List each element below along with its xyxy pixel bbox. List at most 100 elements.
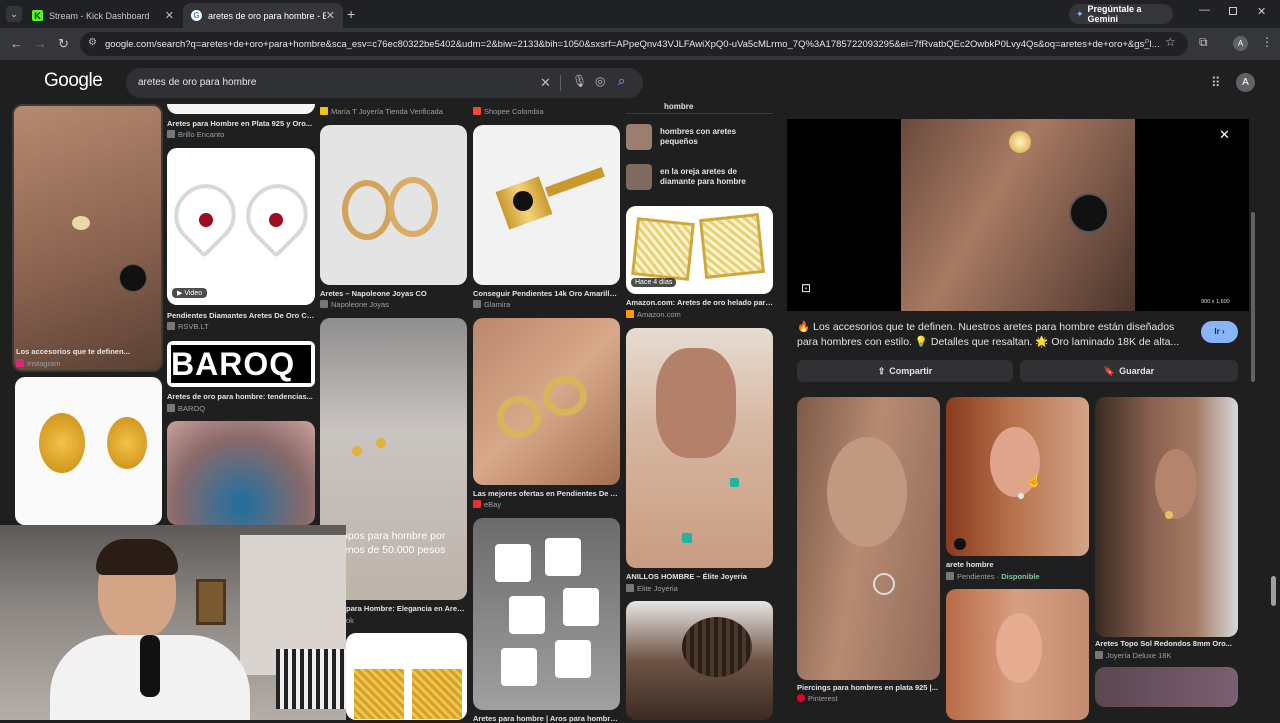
result-card[interactable] <box>473 318 620 485</box>
result-card[interactable] <box>15 377 162 525</box>
kick-icon: K <box>32 10 43 21</box>
result-card[interactable] <box>346 633 467 720</box>
result-card[interactable]: ▶ Video <box>167 148 315 305</box>
webcam-microphone <box>140 635 160 697</box>
bookmark-star-icon[interactable]: ☆ <box>1165 35 1176 49</box>
related-search-chip[interactable]: hombres con aretes pequeños <box>626 124 773 150</box>
result-caption[interactable]: Conseguir Pendientes 14k Oro Amarillo... <box>473 289 620 298</box>
result-source[interactable]: Shopee Colombia <box>473 107 544 116</box>
image-dimensions: 900 x 1,600 <box>1201 299 1230 305</box>
search-box[interactable]: aretes de oro para hombre ✕ 🎙 ◎ ⌕ <box>126 68 643 98</box>
back-icon[interactable]: ← <box>10 36 23 51</box>
lens-icon[interactable]: ◎ <box>595 74 605 88</box>
close-tab-icon[interactable]: ✕ <box>165 9 174 22</box>
restore-icon[interactable] <box>1229 7 1237 15</box>
result-caption[interactable]: Aretes Topo Sol Redondos 8mm Oro... <box>1095 639 1238 648</box>
result-caption[interactable]: Piercings para hombres en plata 925 |... <box>797 683 940 692</box>
result-card[interactable]: Hace 4 días <box>626 206 773 294</box>
result-card[interactable]: BAROQ <box>167 341 315 387</box>
new-tab-icon[interactable]: + <box>347 6 355 22</box>
extensions-icon[interactable]: ⧉ <box>1199 35 1208 50</box>
result-card[interactable] <box>626 601 773 720</box>
browser-menu-icon[interactable]: ⋮ <box>1261 35 1273 49</box>
close-window-icon[interactable]: ✕ <box>1257 5 1266 18</box>
result-card[interactable] <box>167 421 315 525</box>
gemini-button[interactable]: ✦ Pregúntale a Gemini <box>1069 4 1173 24</box>
related-result-card[interactable] <box>1095 397 1238 637</box>
result-source[interactable]: Glamira <box>473 300 510 309</box>
search-input[interactable]: aretes de oro para hombre <box>138 77 256 88</box>
result-source[interactable]: Napoleone Joyas <box>320 300 389 309</box>
microphone-icon[interactable]: 🎙 <box>572 74 587 88</box>
result-caption[interactable]: Pendientes Diamantes Aretes De Oro Co... <box>167 311 315 320</box>
go-button[interactable]: Ir › <box>1201 321 1238 343</box>
pinterest-icon <box>797 694 805 702</box>
related-result-card[interactable]: ☝ <box>946 397 1089 556</box>
result-caption[interactable]: Aretes – Napoleone Joyas CO <box>320 289 467 298</box>
result-card[interactable] <box>167 104 315 114</box>
search-icon[interactable]: ⌕ <box>618 73 625 89</box>
result-source[interactable]: ok <box>346 616 354 625</box>
reload-icon[interactable]: ↻ <box>58 36 69 52</box>
gemini-icon: ✦ <box>1076 8 1084 19</box>
preview-description[interactable]: 🔥 Los accesorios que te definen. Nuestro… <box>797 320 1197 351</box>
result-caption[interactable]: Aretes de oro para hombre: tendencias... <box>167 392 315 401</box>
result-source[interactable]: BAROQ <box>167 404 205 413</box>
preview-image[interactable]: ✕ ⊡ 900 x 1,600 <box>787 119 1249 311</box>
site-icon <box>320 107 328 115</box>
account-avatar[interactable]: A <box>1236 73 1255 92</box>
tab-kick-dashboard[interactable]: K Stream - Kick Dashboard ✕ <box>24 3 182 28</box>
result-caption[interactable]: Aretes para Hombre en Plata 925 y Oro... <box>167 119 315 128</box>
related-result-card[interactable] <box>1095 667 1238 707</box>
result-card[interactable] <box>626 328 773 568</box>
minimize-icon[interactable]: — <box>1199 4 1210 16</box>
related-search-chip[interactable]: hombre <box>626 100 773 114</box>
apps-grid-icon[interactable]: ⠿ <box>1211 75 1221 91</box>
tab-list-icon[interactable]: ⌄ <box>6 6 22 22</box>
clear-search-icon[interactable]: ✕ <box>540 75 551 91</box>
result-card[interactable] <box>473 518 620 710</box>
result-caption[interactable]: Aretes para hombre | Aros para hombre... <box>473 714 620 723</box>
result-source[interactable]: Elite Joyeria <box>626 584 678 593</box>
result-source[interactable]: eBay <box>473 500 501 509</box>
share-icon: ⇪ <box>877 365 886 376</box>
address-bar: ← → ↻ ⚙ google.com/search?q=aretes+de+or… <box>0 28 1280 60</box>
result-source[interactable]: Pendientes · Disponible <box>946 572 1040 581</box>
result-card[interactable] <box>12 104 163 372</box>
result-card[interactable] <box>320 125 467 285</box>
result-source[interactable]: Instagram <box>16 359 60 368</box>
google-logo[interactable]: Google <box>44 70 103 92</box>
close-preview-icon[interactable]: ✕ <box>1219 127 1230 143</box>
panel-scrollbar[interactable] <box>1251 212 1255 382</box>
share-button[interactable]: ⇪ Compartir <box>797 360 1013 382</box>
result-caption[interactable]: arete hombre <box>946 560 1089 569</box>
result-source[interactable]: Pinterest <box>797 694 838 703</box>
result-caption[interactable]: Los accesorios que te definen... <box>16 347 162 356</box>
result-source[interactable]: María T Joyería Tienda Verificada <box>320 107 443 116</box>
related-search-chip[interactable]: en la oreja aretes de diamante para homb… <box>626 164 773 190</box>
result-caption[interactable]: Las mejores ofertas en Pendientes De A..… <box>473 489 620 498</box>
result-caption[interactable]: Amazon.com: Aretes de oro helado para... <box>626 298 773 307</box>
result-source[interactable]: Brillo Encanto <box>167 130 224 139</box>
profile-avatar[interactable]: A <box>1233 36 1248 51</box>
zoom-icon[interactable]: ⌕ <box>1144 35 1150 48</box>
result-caption[interactable]: para Hombre: Elegancia en Arete... <box>346 604 467 613</box>
page-scrollbar[interactable] <box>1271 576 1276 606</box>
result-image <box>39 413 85 473</box>
forward-icon[interactable]: → <box>34 36 47 51</box>
related-result-card[interactable] <box>946 589 1089 720</box>
close-tab-icon[interactable]: ✕ <box>326 9 335 22</box>
save-button[interactable]: 🔖 Guardar <box>1020 360 1238 382</box>
related-result-card[interactable] <box>797 397 940 680</box>
lens-search-icon[interactable]: ⊡ <box>801 281 811 295</box>
result-caption[interactable]: ANILLOS HOMBRE – Élite Joyeria <box>626 572 773 581</box>
result-source[interactable]: RSVB.LT <box>167 322 209 331</box>
result-source[interactable]: Joyería Deluxe 18K <box>1095 651 1171 660</box>
divider <box>560 75 561 91</box>
result-image <box>352 446 362 456</box>
result-source[interactable]: Amazon.com <box>626 310 681 319</box>
result-card[interactable] <box>473 125 620 285</box>
tab-google-search[interactable]: G aretes de oro para hombre - Bú ✕ <box>183 3 343 28</box>
site-info-icon[interactable]: ⚙ <box>88 37 97 48</box>
url-field[interactable]: ⚙ google.com/search?q=aretes+de+oro+para… <box>80 32 1188 56</box>
